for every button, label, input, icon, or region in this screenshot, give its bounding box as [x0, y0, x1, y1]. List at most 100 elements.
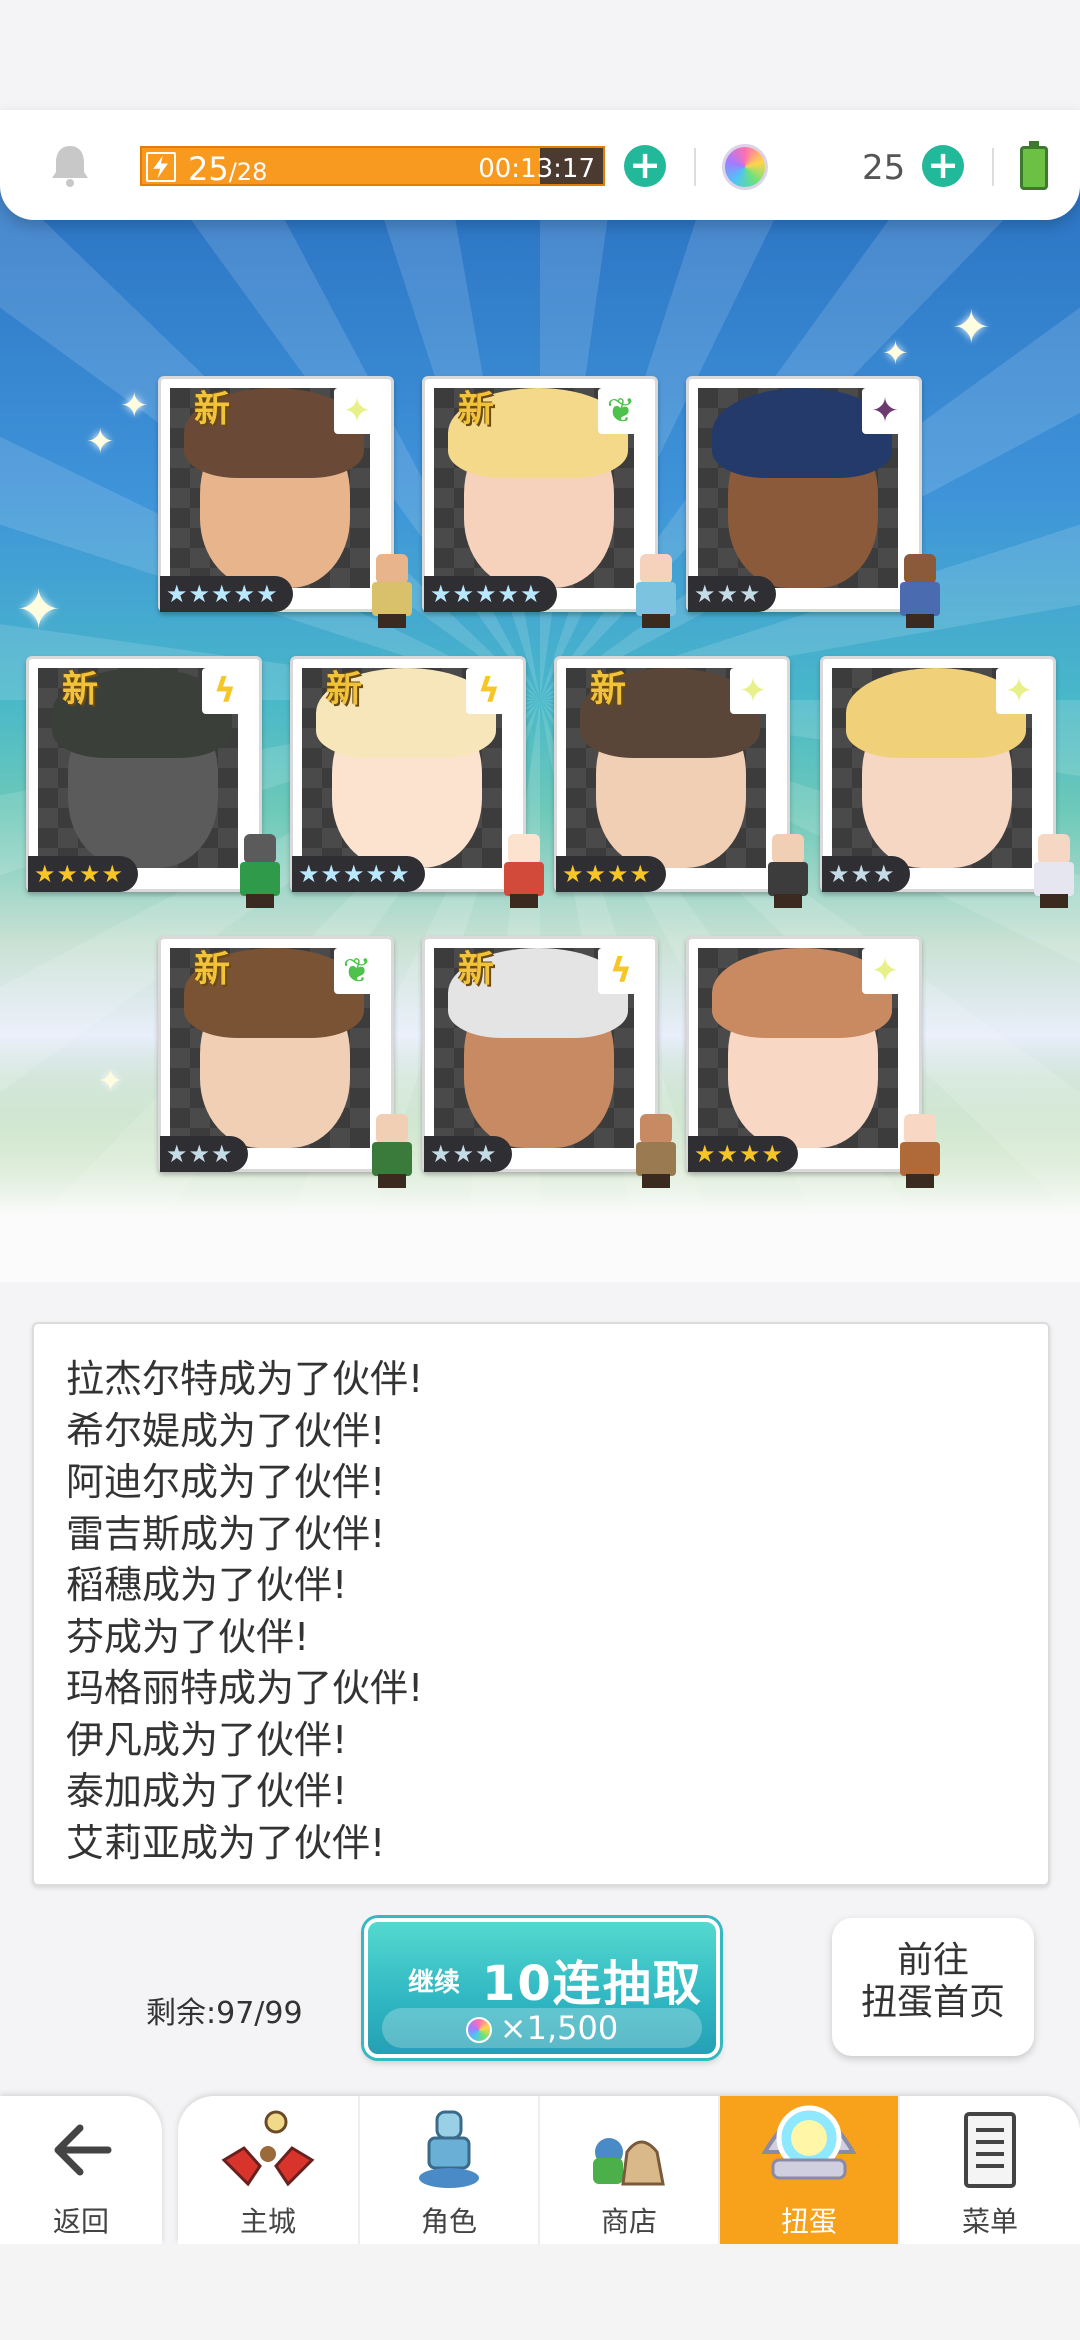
pull-cost-value: ×1,500 [499, 2009, 619, 2047]
new-badge: 新 [458, 949, 495, 990]
sparkle-icon: ✦ [98, 1064, 124, 1099]
new-badge: 新 [326, 669, 363, 710]
message-line: 雷吉斯成为了伙伴! [66, 1511, 386, 1556]
message-line: 艾莉亚成为了伙伴! [66, 1820, 386, 1865]
rarity-stars: ★★★★ [688, 1136, 799, 1172]
back-button[interactable]: 返回 [0, 2096, 162, 2244]
rarity-stars: ★★★★★ [160, 576, 293, 612]
stamina-timer: 00:13:17 [478, 154, 595, 184]
stamina-max: /28 [228, 158, 268, 186]
nav-item-character[interactable]: 角色 [358, 2096, 538, 2244]
character-card[interactable]: 新 ϟ ★★★★ [26, 656, 280, 908]
pull-title: 10连抽取 [482, 1956, 703, 2012]
nav-label: 扭蛋 [780, 2205, 837, 2238]
lightning-icon [146, 152, 176, 182]
divider [694, 148, 696, 186]
new-badge: 新 [458, 389, 495, 430]
new-badge: 新 [194, 949, 231, 990]
character-card[interactable]: ✦ ★★★★ [686, 936, 940, 1188]
gacha-home-button[interactable]: 前往 扭蛋首页 [832, 1918, 1034, 2056]
pixel-sprite [892, 554, 948, 628]
leaf-element-icon: ❦ [598, 388, 644, 434]
arrow-left-icon [54, 2124, 112, 2176]
character-card[interactable]: 新 ϟ ★★★ [422, 936, 676, 1188]
pixel-sprite [232, 834, 288, 908]
pixel-sprite [760, 834, 816, 908]
rarity-stars: ★★★★★ [424, 576, 557, 612]
thunder-element-icon: ϟ [466, 668, 512, 714]
nav-item-gacha[interactable]: 扭蛋 [718, 2096, 898, 2244]
battery-icon [1020, 141, 1048, 190]
continue-label: 继续 [408, 1968, 461, 1998]
pixel-sprite [364, 1114, 420, 1188]
nav-item-castle[interactable]: 主城 [178, 2096, 358, 2244]
message-list: 拉杰尔特成为了伙伴! 希尔媞成为了伙伴! 阿迪尔成为了伙伴! 雷吉斯成为了伙伴! 稻穗成… [66, 1354, 423, 1869]
nav-label: 主城 [239, 2205, 296, 2238]
pixel-sprite [892, 1114, 948, 1188]
character-card[interactable]: 新 ❦ ★★★★★ [422, 376, 676, 628]
status-bar: 25/28 00:13:17 + 25 + [0, 110, 1080, 220]
dark-element-icon: ✦ [862, 388, 908, 434]
thunder-element-icon: ϟ [202, 668, 248, 714]
message-line: 伊凡成为了伙伴! [66, 1717, 348, 1762]
sparkle-icon: ✦ [952, 300, 991, 354]
leaf-element-icon: ❦ [334, 948, 380, 994]
sparkle-icon: ✦ [882, 334, 909, 372]
nav-label: 菜单 [961, 2205, 1018, 2238]
nav-item-menu[interactable]: 菜单 [898, 2096, 1080, 2244]
rarity-stars: ★★★ [424, 1136, 512, 1172]
gem-icon [465, 2017, 492, 2043]
light-element-icon: ✦ [334, 388, 380, 434]
character-card[interactable]: ✦ ★★★ [686, 376, 940, 628]
system-nav-area [0, 2244, 1080, 2340]
rarity-stars: ★★★★ [28, 856, 139, 892]
home-label-line2: 扭蛋首页 [860, 1982, 1005, 2023]
continue-10-pull-button[interactable]: 继续 10连抽取 ×1,500 [364, 1918, 720, 2058]
message-line: 阿迪尔成为了伙伴! [66, 1460, 386, 1504]
message-line: 芬成为了伙伴! [66, 1614, 310, 1659]
menu-icon [964, 2112, 1016, 2188]
rarity-stars: ★★★ [160, 1136, 248, 1172]
home-label-line1: 前往 [896, 1940, 969, 1981]
divider [992, 148, 994, 186]
nav-item-shop[interactable]: 商店 [538, 2096, 718, 2244]
pixel-sprite [496, 834, 552, 908]
new-badge: 新 [62, 669, 99, 710]
message-line: 稻穗成为了伙伴! [66, 1563, 348, 1607]
sparkle-icon: ✦ [120, 386, 149, 426]
bottom-nav: 主城 角色 商店 扭蛋 菜单 [178, 2096, 1080, 2244]
character-card[interactable]: 新 ✦ ★★★★★ [158, 376, 412, 628]
light-element-icon: ✦ [996, 668, 1042, 714]
character-card[interactable]: 新 ϟ ★★★★★ [290, 656, 544, 908]
character-card[interactable]: 新 ✦ ★★★★ [554, 656, 808, 908]
nav-label: 商店 [600, 2205, 657, 2238]
pixel-sprite [364, 554, 420, 628]
gacha-result-stage: ✦ ✦ ✦ ✦ ✦ ✦ 新 ✦ ★★★★★ 新 ❦ ★★★★★ ✦ ★★★ 新 ϟ ★★★★ 新 ϟ ★★… [0, 160, 1080, 1282]
message-log[interactable]: 拉杰尔特成为了伙伴! 希尔媞成为了伙伴! 阿迪尔成为了伙伴! 雷吉斯成为了伙伴! 稻穗成… [32, 1322, 1050, 1886]
nav-label: 角色 [420, 2205, 477, 2238]
add-stamina-button[interactable]: + [624, 145, 666, 187]
bell-icon[interactable] [48, 142, 92, 188]
new-badge: 新 [590, 669, 627, 710]
shop-icon [593, 2138, 665, 2186]
light-element-icon: ✦ [862, 948, 908, 994]
rarity-stars: ★★★★★ [292, 856, 425, 892]
light-element-icon: ✦ [730, 668, 776, 714]
sparkle-icon: ✦ [86, 422, 115, 462]
pixel-sprite [628, 1114, 684, 1188]
rarity-stars: ★★★★ [556, 856, 667, 892]
castle-icon [221, 2110, 315, 2187]
stamina-current: 25 [188, 150, 229, 188]
character-card[interactable]: ✦ ★★★ [820, 656, 1074, 908]
sparkle-icon: ✦ [16, 578, 62, 641]
add-gem-button[interactable]: + [922, 145, 964, 187]
pull-cost: ×1,500 [382, 2008, 702, 2048]
character-card[interactable]: 新 ❦ ★★★ [158, 936, 412, 1188]
message-line: 希尔媞成为了伙伴! [66, 1408, 386, 1453]
message-line: 泰加成为了伙伴! [66, 1769, 348, 1813]
stamina-bar: 25/28 00:13:17 [140, 146, 605, 188]
gem-count: 25 [862, 148, 906, 188]
character-icon [419, 2110, 479, 2188]
remaining-count: 剩余:97/99 [146, 1996, 303, 2031]
rarity-stars: ★★★ [822, 856, 910, 892]
